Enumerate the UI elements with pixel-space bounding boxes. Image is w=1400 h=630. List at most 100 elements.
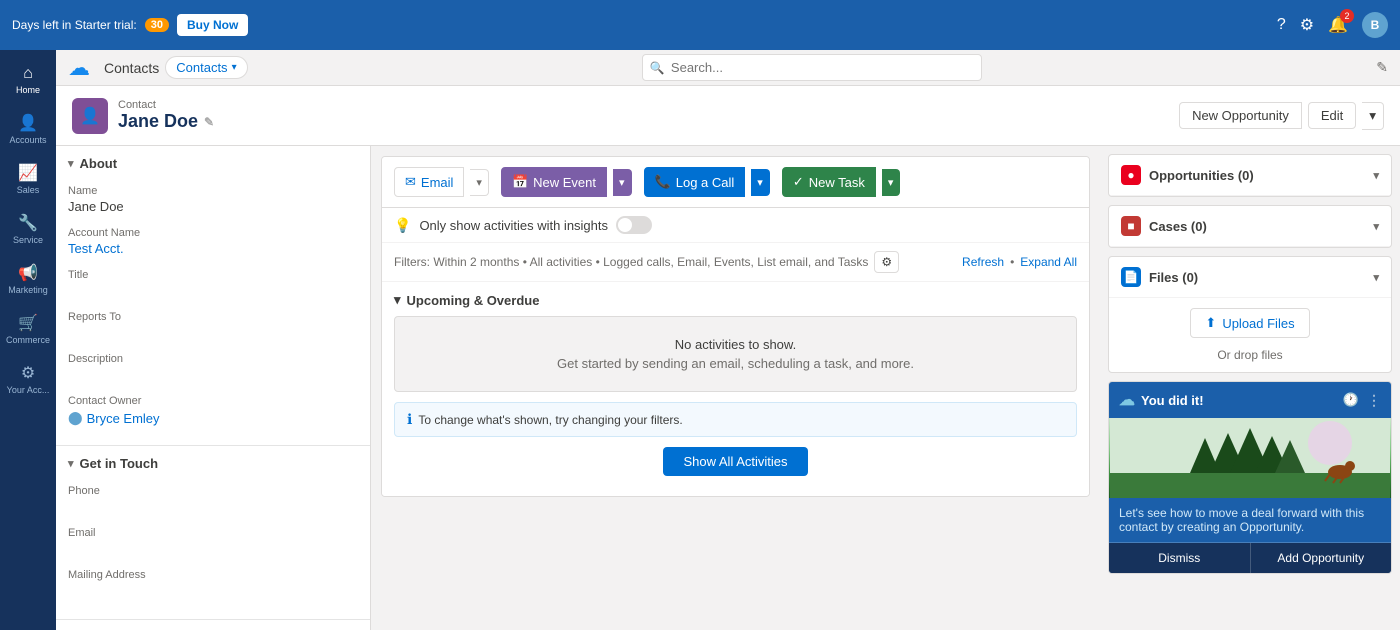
add-opportunity-button[interactable]: Add Opportunity xyxy=(1251,543,1392,573)
record-name-text: Jane Doe xyxy=(118,111,198,132)
you-did-it-card: ☁ You did it! 🕐 ⋮ xyxy=(1108,381,1392,574)
log-call-dropdown-button[interactable]: ▾ xyxy=(751,169,770,196)
new-task-dropdown-button[interactable]: ▾ xyxy=(882,169,901,196)
you-did-it-title: You did it! xyxy=(1141,393,1204,408)
record-header-left: 👤 Contact Jane Doe ✎ xyxy=(72,98,214,134)
opportunities-chevron-icon: ▾ xyxy=(1373,169,1379,182)
buy-now-button[interactable]: Buy Now xyxy=(177,14,248,36)
refresh-link[interactable]: Refresh xyxy=(962,255,1004,269)
email-label: Email xyxy=(421,175,454,190)
get-in-touch-header[interactable]: ▾ Get in Touch xyxy=(56,446,370,481)
upload-icon: ⬆ xyxy=(1205,315,1216,331)
search-input[interactable] xyxy=(642,54,982,81)
sidebar-item-marketing[interactable]: 📢 Marketing xyxy=(0,255,56,303)
more-options-icon[interactable]: ⋮ xyxy=(1367,392,1381,409)
sidebar-item-home-label: Home xyxy=(16,85,40,95)
you-did-it-body: Let's see how to move a deal forward wit… xyxy=(1109,498,1391,542)
settings-icon[interactable]: ⚙ xyxy=(1300,15,1314,35)
cases-section: ■ Cases (0) ▾ xyxy=(1108,205,1392,248)
user-avatar[interactable]: B xyxy=(1362,12,1388,38)
field-label-mailing: Mailing Address xyxy=(68,569,358,581)
notifications-icon[interactable]: 🔔 2 xyxy=(1328,15,1348,35)
sidebar-item-youraccount[interactable]: ⚙ Your Acc... xyxy=(0,355,56,403)
search-bar: 🔍 xyxy=(254,54,1371,81)
field-value-owner-text[interactable]: Bryce Emley xyxy=(87,411,160,426)
sidebar-item-sales[interactable]: 📈 Sales xyxy=(0,155,56,203)
history-section-header[interactable]: ▾ History xyxy=(56,620,370,630)
field-row-description: Description ✎ xyxy=(68,353,358,385)
contact-record-icon: 👤 xyxy=(72,98,108,134)
cases-header[interactable]: ■ Cases (0) ▾ xyxy=(1109,206,1391,247)
field-row-account: Account Name Test Acct. ✎ xyxy=(68,227,358,259)
dismiss-button[interactable]: Dismiss xyxy=(1109,543,1251,573)
contacts-tab[interactable]: Contacts ▾ xyxy=(165,56,247,79)
email-dropdown-button[interactable]: ▾ xyxy=(470,169,489,196)
new-task-button[interactable]: ✓ New Task xyxy=(782,167,876,197)
opportunities-section: ● Opportunities (0) ▾ xyxy=(1108,154,1392,197)
notification-count: 2 xyxy=(1340,9,1354,23)
about-section-title: About xyxy=(80,156,118,171)
field-value-reports-to xyxy=(68,325,358,343)
opportunities-icon: ● xyxy=(1121,165,1141,185)
insights-label: Only show activities with insights xyxy=(419,218,608,233)
log-call-button[interactable]: 📞 Log a Call xyxy=(644,167,746,197)
expand-all-link[interactable]: Expand All xyxy=(1020,255,1077,269)
edit-button[interactable]: Edit xyxy=(1308,102,1356,129)
history-section: ▾ History Created By xyxy=(56,620,370,630)
sidebar-item-commerce[interactable]: 🛒 Commerce xyxy=(0,305,56,353)
field-label-description: Description xyxy=(68,353,358,365)
field-label-reports-to: Reports To xyxy=(68,311,358,323)
about-chevron-icon: ▾ xyxy=(68,157,74,170)
tab-chevron-icon: ▾ xyxy=(232,62,237,73)
sidebar-item-accounts[interactable]: 👤 Accounts xyxy=(0,105,56,153)
files-icon: 📄 xyxy=(1121,267,1141,287)
task-icon: ✓ xyxy=(793,174,804,190)
tab-bar: ☁ Contacts Contacts ▾ 🔍 ✎ xyxy=(56,50,1400,86)
get-in-touch-chevron-icon: ▾ xyxy=(68,457,74,470)
upcoming-header[interactable]: ▾ Upcoming & Overdue xyxy=(394,292,1077,308)
field-label-email: Email xyxy=(68,527,358,539)
cases-icon: ■ xyxy=(1121,216,1141,236)
record-name-edit-icon[interactable]: ✎ xyxy=(204,115,214,129)
filter-hint-row: ℹ To change what's shown, try changing y… xyxy=(394,402,1077,437)
log-call-label: Log a Call xyxy=(676,175,735,190)
filter-actions: Refresh • Expand All xyxy=(962,255,1077,269)
sidebar-item-home[interactable]: ⌂ Home xyxy=(0,57,56,103)
files-header[interactable]: 📄 Files (0) ▾ xyxy=(1109,257,1391,298)
get-in-touch-section: ▾ Get in Touch Phone ✎ Email ✎ xyxy=(56,446,370,620)
field-label-owner: Contact Owner xyxy=(68,395,358,407)
opportunities-header[interactable]: ● Opportunities (0) ▾ xyxy=(1109,155,1391,196)
show-all-activities-button[interactable]: Show All Activities xyxy=(663,447,807,476)
new-event-dropdown-button[interactable]: ▾ xyxy=(613,169,632,196)
field-value-email xyxy=(68,541,358,559)
field-row-name: Name Jane Doe ✎ xyxy=(68,185,358,217)
pencil-edit-icon[interactable]: ✎ xyxy=(1376,59,1388,76)
sidebar-item-marketing-label: Marketing xyxy=(8,285,48,295)
no-activities-box: No activities to show. Get started by se… xyxy=(394,316,1077,392)
filter-settings-button[interactable]: ⚙ xyxy=(874,251,899,273)
sidebar: ⌂ Home 👤 Accounts 📈 Sales 🔧 Service 📢 Ma… xyxy=(0,50,56,630)
about-section-header[interactable]: ▾ About xyxy=(56,146,370,181)
trial-text: Days left in Starter trial: xyxy=(12,18,137,32)
you-did-it-header-actions: 🕐 ⋮ xyxy=(1343,392,1381,409)
help-icon[interactable]: ? xyxy=(1277,16,1286,34)
insights-toggle[interactable] xyxy=(616,216,652,234)
upload-files-button[interactable]: ⬆ Upload Files xyxy=(1190,308,1309,338)
sidebar-item-service[interactable]: 🔧 Service xyxy=(0,205,56,253)
files-title: Files (0) xyxy=(1149,270,1198,285)
new-opportunity-button[interactable]: New Opportunity xyxy=(1179,102,1302,129)
about-section: ▾ About Name Jane Doe ✎ Account Name Tes… xyxy=(56,146,370,446)
filter-hint-text: To change what's shown, try changing you… xyxy=(418,413,682,427)
new-event-button[interactable]: 📅 New Event xyxy=(501,167,607,197)
record-meta: Contact Jane Doe ✎ xyxy=(118,99,214,132)
field-value-title xyxy=(68,283,358,301)
field-value-account[interactable]: Test Acct. xyxy=(68,241,358,259)
edit-dropdown-button[interactable]: ▾ xyxy=(1362,102,1384,130)
insights-toggle-row: 💡 Only show activities with insights xyxy=(382,208,1089,243)
new-event-label: New Event xyxy=(533,175,596,190)
cases-chevron-icon: ▾ xyxy=(1373,220,1379,233)
clock-icon: 🕐 xyxy=(1343,392,1359,409)
sidebar-item-commerce-label: Commerce xyxy=(6,335,50,345)
field-label-account: Account Name xyxy=(68,227,358,239)
email-button[interactable]: ✉ Email xyxy=(394,167,464,197)
